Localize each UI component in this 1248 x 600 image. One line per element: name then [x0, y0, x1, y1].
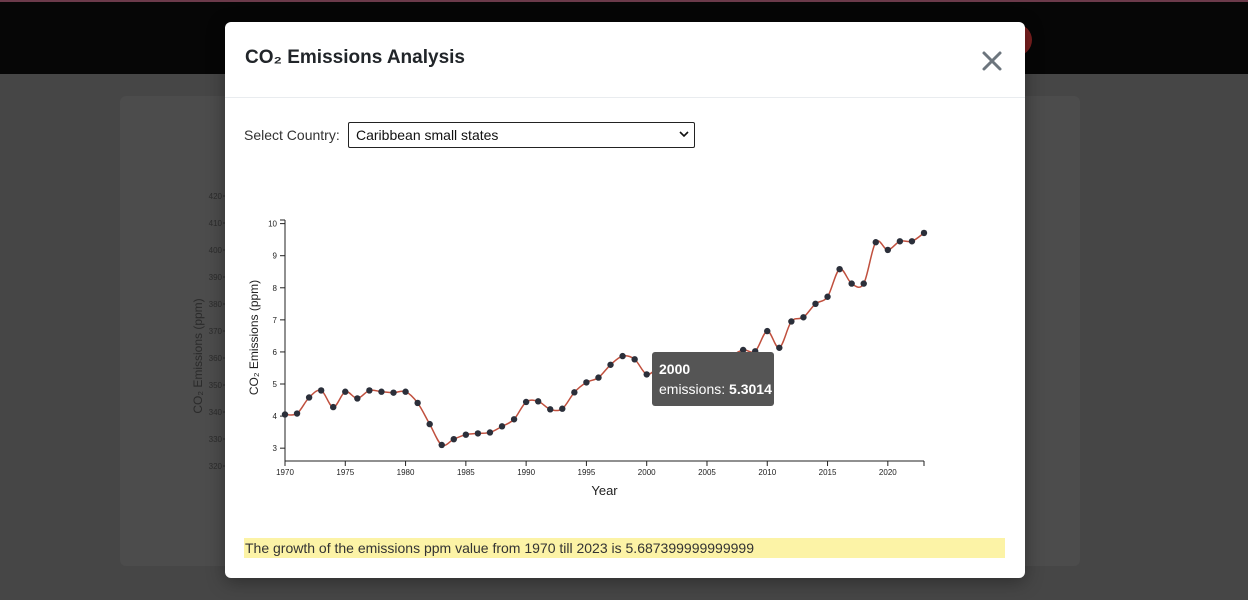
y-tick-label: 8: [273, 284, 278, 293]
x-axis-label: Year: [591, 483, 618, 498]
y-tick-label: 10: [268, 220, 277, 229]
data-point[interactable]: [643, 371, 650, 378]
x-tick-label: 2020: [879, 468, 897, 477]
background-chart-tick-label: 330: [209, 435, 223, 444]
data-point[interactable]: [884, 246, 892, 254]
tooltip-label: emissions:: [659, 381, 726, 397]
data-point[interactable]: [595, 374, 602, 381]
emissions-line: [284, 232, 925, 447]
data-point[interactable]: [330, 403, 337, 411]
background-chart-tick-label: 340: [209, 408, 223, 417]
x-tick-label: 2015: [819, 468, 837, 477]
background-chart-tick-label: 410: [209, 219, 223, 228]
data-point[interactable]: [764, 327, 771, 335]
tooltip-value: 5.3014: [729, 381, 772, 397]
data-point[interactable]: [812, 300, 819, 308]
data-point[interactable]: [354, 395, 361, 402]
y-tick-label: 4: [273, 412, 278, 421]
emissions-modal: CO₂ Emissions Analysis Select Country: C…: [225, 22, 1025, 578]
data-point[interactable]: [305, 394, 313, 401]
x-tick-label: 2005: [698, 468, 716, 477]
tooltip-row: emissions: 5.3014: [659, 381, 772, 397]
background-chart-tick-label: 400: [209, 246, 223, 255]
background-chart-tick-label: 350: [209, 381, 223, 390]
data-point[interactable]: [824, 293, 831, 300]
x-tick-label: 1980: [397, 468, 415, 477]
data-point[interactable]: [872, 239, 879, 246]
data-point[interactable]: [414, 399, 421, 407]
data-point[interactable]: [474, 430, 482, 437]
data-point[interactable]: [426, 420, 433, 428]
tooltip-year: 2000: [659, 361, 691, 377]
y-tick-label: 7: [273, 316, 278, 325]
x-tick-label: 2010: [758, 468, 776, 477]
data-point[interactable]: [522, 398, 530, 406]
data-point[interactable]: [438, 441, 445, 449]
data-point[interactable]: [848, 280, 855, 287]
emissions-chart: 3456789101970 1975 1980 1985 1990 1995 2000 200…: [247, 219, 928, 498]
data-point[interactable]: [607, 361, 614, 368]
y-axis-label: CO₂ Emissions (ppm): [247, 280, 261, 395]
data-point[interactable]: [788, 318, 795, 325]
data-point[interactable]: [571, 389, 578, 396]
background-chart-tick-label: 390: [209, 273, 223, 282]
x-tick-label: 1995: [578, 468, 596, 477]
data-point[interactable]: [462, 431, 470, 438]
data-point[interactable]: [317, 387, 325, 394]
data-point[interactable]: [534, 398, 542, 405]
x-tick-label: 2000: [638, 468, 656, 477]
data-point[interactable]: [776, 344, 783, 351]
data-point[interactable]: [450, 435, 457, 443]
data-point[interactable]: [619, 352, 626, 360]
data-point[interactable]: [896, 238, 904, 245]
data-point[interactable]: [342, 388, 349, 395]
y-tick-label: 9: [273, 252, 278, 261]
growth-summary-text: The growth of the emissions ppm value fr…: [245, 540, 754, 556]
y-tick-label: 3: [273, 444, 278, 453]
y-tick-label: 5: [273, 380, 278, 389]
background-chart-tick-label: 370: [209, 327, 223, 336]
data-point[interactable]: [583, 379, 590, 386]
data-point[interactable]: [378, 388, 385, 395]
growth-summary: The growth of the emissions ppm value fr…: [244, 538, 1005, 558]
data-point[interactable]: [908, 238, 916, 245]
background-chart-ylabel: CO₂ Emissions (ppm): [191, 298, 205, 413]
x-tick-label: 1990: [517, 468, 535, 477]
data-point[interactable]: [860, 280, 867, 287]
data-point[interactable]: [390, 389, 397, 396]
data-point[interactable]: [559, 405, 566, 412]
background-chart-tick-label: 360: [209, 354, 223, 363]
background-chart-tick-label: 380: [209, 300, 223, 309]
x-tick-label: 1975: [336, 468, 354, 477]
x-tick-label: 1985: [457, 468, 475, 477]
y-tick-label: 6: [273, 348, 278, 357]
chart-tooltip: 2000 emissions: 5.3014: [652, 352, 774, 406]
data-point[interactable]: [631, 356, 638, 363]
data-point[interactable]: [836, 265, 843, 273]
data-point[interactable]: [498, 423, 506, 430]
background-chart-tick-label: 320: [209, 462, 223, 471]
data-point[interactable]: [281, 411, 289, 418]
background-chart-tick-label: 420: [209, 192, 223, 201]
data-point[interactable]: [486, 429, 494, 436]
data-point[interactable]: [293, 410, 301, 417]
data-point[interactable]: [366, 387, 373, 394]
data-point[interactable]: [510, 416, 518, 423]
data-point[interactable]: [402, 388, 409, 395]
data-point[interactable]: [800, 314, 807, 321]
data-point[interactable]: [547, 406, 554, 413]
x-tick-label: 1970: [276, 468, 294, 477]
data-point[interactable]: [920, 229, 928, 237]
